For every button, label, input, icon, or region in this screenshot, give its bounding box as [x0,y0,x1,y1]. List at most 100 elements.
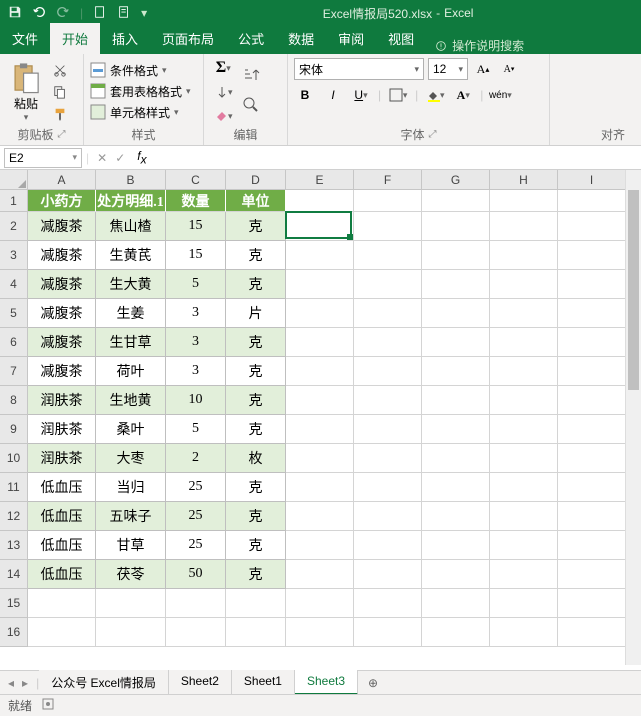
cell-C6[interactable]: 3 [166,328,226,357]
row-head-9[interactable]: 9 [0,415,28,444]
cell-D5[interactable]: 片 [226,299,286,328]
tell-me-search[interactable]: 操作说明搜索 [426,37,532,54]
cell-F16[interactable] [354,618,422,647]
cell-E2[interactable] [286,212,354,241]
cell-G3[interactable] [422,241,490,270]
row-head-8[interactable]: 8 [0,386,28,415]
cell-B13[interactable]: 甘草 [96,531,166,560]
copy-button[interactable] [50,82,70,102]
cell-E15[interactable] [286,589,354,618]
name-box[interactable]: E2▾ [4,148,82,168]
sheet-tab[interactable]: Sheet1 [232,670,295,695]
cell-A3[interactable]: 减腹茶 [28,241,96,270]
cell-I4[interactable] [558,270,626,299]
find-button[interactable] [241,95,261,118]
cell-H3[interactable] [490,241,558,270]
sheet-nav-next-icon[interactable]: ▸ [22,676,28,690]
cell-G16[interactable] [422,618,490,647]
cell-A9[interactable]: 润肤茶 [28,415,96,444]
cell-I15[interactable] [558,589,626,618]
cell-G4[interactable] [422,270,490,299]
cell-F12[interactable] [354,502,422,531]
conditional-format-button[interactable]: 条件格式▾ [90,62,167,79]
cell-D9[interactable]: 克 [226,415,286,444]
cell-D12[interactable]: 克 [226,502,286,531]
cell-H4[interactable] [490,270,558,299]
cell-E16[interactable] [286,618,354,647]
underline-button[interactable]: U▾ [350,84,372,106]
new-file-icon[interactable] [93,5,107,22]
table-format-button[interactable]: 套用表格格式▾ [90,83,191,100]
row-head-15[interactable]: 15 [0,589,28,618]
cell-D13[interactable]: 克 [226,531,286,560]
cell-E5[interactable] [286,299,354,328]
cell-I5[interactable] [558,299,626,328]
cell-A7[interactable]: 减腹茶 [28,357,96,386]
cell-C11[interactable]: 25 [166,473,226,502]
cell-I6[interactable] [558,328,626,357]
cell-F3[interactable] [354,241,422,270]
cell-G5[interactable] [422,299,490,328]
row-head-10[interactable]: 10 [0,444,28,473]
row-head-1[interactable]: 1 [0,190,28,212]
fill-color-button[interactable]: ▾ [424,84,446,106]
cell-C16[interactable] [166,618,226,647]
cell-I9[interactable] [558,415,626,444]
cell-A2[interactable]: 减腹茶 [28,212,96,241]
col-head-D[interactable]: D [226,170,286,190]
col-head-G[interactable]: G [422,170,490,190]
row-head-13[interactable]: 13 [0,531,28,560]
cell-I13[interactable] [558,531,626,560]
format-painter-button[interactable] [50,104,70,124]
cell-F10[interactable] [354,444,422,473]
row-head-2[interactable]: 2 [0,212,28,241]
cell-F2[interactable] [354,212,422,241]
add-sheet-button[interactable]: ⊕ [358,676,388,690]
tab-insert[interactable]: 插入 [100,23,150,54]
col-head-E[interactable]: E [286,170,354,190]
cell-C12[interactable]: 25 [166,502,226,531]
cell-B15[interactable] [96,589,166,618]
cell-E1[interactable] [286,190,354,212]
save-icon[interactable] [8,5,22,22]
grow-font-button[interactable]: A▴ [472,58,494,80]
cell-F1[interactable] [354,190,422,212]
sort-filter-button[interactable] [241,66,261,89]
cell-E12[interactable] [286,502,354,531]
cell-H15[interactable] [490,589,558,618]
cell-H14[interactable] [490,560,558,589]
font-color-button[interactable]: A▾ [452,84,474,106]
cell-G6[interactable] [422,328,490,357]
cell-A10[interactable]: 润肤茶 [28,444,96,473]
cell-H8[interactable] [490,386,558,415]
col-head-F[interactable]: F [354,170,422,190]
cell-E11[interactable] [286,473,354,502]
cell-F9[interactable] [354,415,422,444]
row-head-16[interactable]: 16 [0,618,28,647]
qat-more-icon[interactable]: ▾ [141,6,147,20]
sheet-tab[interactable]: Sheet3 [295,670,358,695]
cell-D11[interactable]: 克 [226,473,286,502]
cell-A15[interactable] [28,589,96,618]
cell-C8[interactable]: 10 [166,386,226,415]
formula-bar-input[interactable] [151,148,641,168]
font-name-select[interactable]: 宋体▾ [294,58,424,80]
fill-button[interactable]: ▾ [214,82,233,102]
col-head-H[interactable]: H [490,170,558,190]
cell-G12[interactable] [422,502,490,531]
row-head-7[interactable]: 7 [0,357,28,386]
cell-D8[interactable]: 克 [226,386,286,415]
cell-C7[interactable]: 3 [166,357,226,386]
cell-B9[interactable]: 桑叶 [96,415,166,444]
cell-C2[interactable]: 15 [166,212,226,241]
fx-icon[interactable]: fx [133,149,150,166]
cell-G8[interactable] [422,386,490,415]
accept-formula-icon[interactable]: ✓ [115,151,125,165]
tab-file[interactable]: 文件 [0,23,50,54]
cell-B16[interactable] [96,618,166,647]
tab-home[interactable]: 开始 [50,23,100,54]
cell-F11[interactable] [354,473,422,502]
cell-B8[interactable]: 生地黄 [96,386,166,415]
cell-H12[interactable] [490,502,558,531]
cell-C4[interactable]: 5 [166,270,226,299]
